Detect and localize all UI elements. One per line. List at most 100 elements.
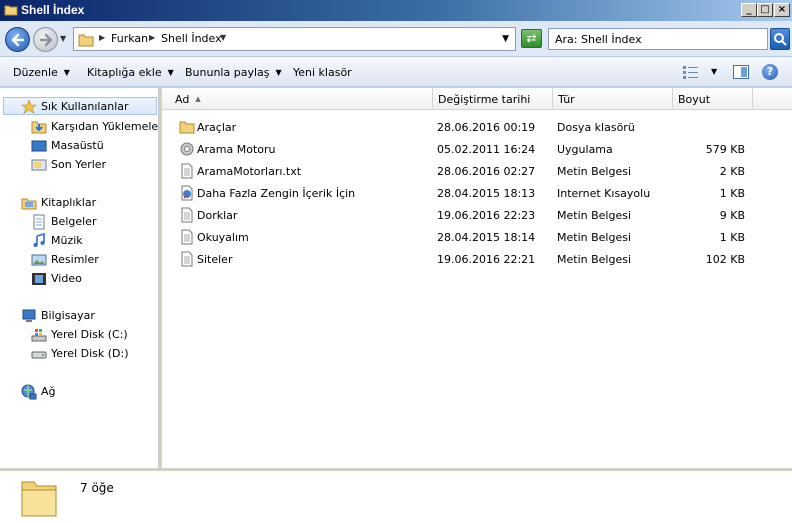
table-row[interactable]: Siteler 19.06.2016 22:21 Metin Belgesi 102 … (162, 249, 792, 271)
nav-item-documents[interactable]: Belgeler (31, 213, 157, 231)
folder-icon (21, 481, 57, 517)
file-type: Metin Belgesi (557, 209, 632, 222)
file-type: Internet Kısayolu (557, 187, 651, 200)
back-button[interactable] (5, 27, 30, 52)
maximize-button[interactable]: □ (757, 3, 773, 17)
file-name: AramaMotorları.txt (197, 165, 302, 178)
drive-icon (31, 351, 47, 359)
folder-icon (179, 121, 195, 134)
nav-label: Yerel Disk (D:) (51, 347, 129, 360)
views-icon[interactable] (682, 65, 700, 79)
share-with-label: Bununla paylaş (185, 66, 270, 79)
preview-pane-button[interactable] (733, 65, 749, 79)
nav-item-pictures[interactable]: Resimler (31, 251, 157, 269)
organize-button[interactable]: Düzenle ▼ (13, 66, 70, 79)
system-drive-icon (31, 329, 47, 342)
address-dropdown-icon[interactable]: ▼ (502, 34, 509, 44)
nav-item-drive-c[interactable]: Yerel Disk (C:) (31, 326, 157, 344)
nav-item-downloads[interactable]: Karşıdan Yüklemeler (31, 118, 163, 136)
file-date: 19.06.2016 22:23 (437, 209, 536, 222)
views-dropdown-icon[interactable]: ▼ (711, 67, 717, 76)
organize-label: Düzenle (13, 66, 58, 79)
folder-icon (4, 5, 18, 16)
arrow-right-icon (39, 33, 53, 47)
file-name: Araçlar (197, 121, 237, 134)
file-size: 1 KB (719, 187, 745, 200)
table-row[interactable]: Daha Fazla Zengin İçerik İçin 28.04.2015 … (162, 183, 792, 205)
file-date: 28.04.2015 18:13 (437, 187, 536, 200)
nav-label: Müzik (51, 234, 83, 247)
breadcrumb-arrow-icon[interactable]: ▼ (220, 33, 226, 42)
network-icon (21, 384, 37, 400)
column-header-name[interactable]: Ad ▲ (162, 88, 433, 110)
nav-label: Karşıdan Yüklemeler (51, 120, 163, 133)
add-to-library-label: Kitaplığa ekle (87, 66, 162, 79)
help-button[interactable]: ? (762, 64, 778, 80)
search-icon (774, 33, 787, 46)
share-with-button[interactable]: Bununla paylaş ▼ (185, 66, 282, 79)
column-header-date[interactable]: Değiştirme tarihi (433, 88, 553, 110)
text-file-icon (181, 207, 193, 223)
nav-item-music[interactable]: Müzik (31, 232, 157, 250)
nav-computer[interactable]: Bilgisayar (21, 307, 157, 325)
file-size: 1 KB (719, 231, 745, 244)
forward-button[interactable] (33, 27, 58, 52)
command-bar: Düzenle ▼ Kitaplığa ekle ▼ Bununla paylaş ▼… (0, 57, 792, 87)
column-header-row: Ad ▲ Değiştirme tarihi Tür Boyut (162, 88, 792, 110)
table-row[interactable]: Arama Motoru 05.02.2011 16:24 Uygulama 579 … (162, 139, 792, 161)
breadcrumb-item[interactable]: Shell İndex (161, 32, 222, 45)
nav-label: Kitaplıklar (41, 196, 97, 209)
text-file-icon (181, 229, 193, 245)
search-button[interactable] (770, 28, 790, 50)
history-dropdown-icon[interactable]: ▼ (60, 34, 66, 43)
file-type: Metin Belgesi (557, 253, 632, 266)
nav-item-recent-places[interactable]: Son Yerler (31, 156, 157, 174)
nav-libraries[interactable]: Kitaplıklar (21, 194, 157, 212)
table-row[interactable]: Araçlar 28.06.2016 00:19 Dosya klasörü (162, 117, 792, 139)
column-header-type[interactable]: Tür (553, 88, 673, 110)
file-date: 28.04.2015 18:14 (437, 231, 536, 244)
desktop-icon (31, 140, 47, 152)
file-type: Dosya klasörü (557, 121, 635, 134)
nav-favorites[interactable]: Sık Kullanılanlar (3, 97, 157, 115)
nav-item-desktop[interactable]: Masaüstü (31, 137, 157, 155)
refresh-icon: ⇄ (526, 31, 537, 45)
breadcrumb-item[interactable]: Furkan (111, 32, 148, 45)
table-row[interactable]: Okuyalım 28.04.2015 18:14 Metin Belgesi 1 K… (162, 227, 792, 249)
star-icon (21, 99, 37, 114)
nav-network[interactable]: Ağ (21, 383, 157, 401)
downloads-folder-icon (31, 121, 47, 134)
close-button[interactable]: × (774, 3, 790, 17)
add-to-library-button[interactable]: Kitaplığa ekle ▼ (87, 66, 174, 79)
table-row[interactable]: Dorklar 19.06.2016 22:23 Metin Belgesi 9 KB (162, 205, 792, 227)
refresh-button[interactable]: ⇄ (521, 29, 542, 48)
column-header-size[interactable]: Boyut (673, 88, 753, 110)
file-list: Ad ▲ Değiştirme tarihi Tür Boyut Araçlar 2… (162, 88, 792, 468)
file-type: Metin Belgesi (557, 165, 632, 178)
chevron-down-icon: ▼ (275, 68, 282, 77)
minimize-button[interactable]: _ (741, 3, 757, 17)
file-size: 9 KB (719, 209, 745, 222)
chevron-down-icon: ▼ (63, 68, 70, 77)
breadcrumb-arrow-icon[interactable]: ▶ (149, 33, 155, 42)
file-size: 2 KB (719, 165, 745, 178)
nav-item-video[interactable]: Video (31, 270, 157, 288)
documents-icon (33, 214, 45, 230)
nav-label: Masaüstü (51, 139, 104, 152)
table-row[interactable]: AramaMotorları.txt 28.06.2016 02:27 Metin … (162, 161, 792, 183)
file-date: 05.02.2011 16:24 (437, 143, 536, 156)
breadcrumb-arrow-icon[interactable]: ▶ (99, 33, 105, 42)
nav-item-drive-d[interactable]: Yerel Disk (D:) (31, 345, 157, 363)
file-date: 28.06.2016 02:27 (437, 165, 536, 178)
new-folder-button[interactable]: Yeni klasör (293, 66, 352, 79)
libraries-icon (21, 198, 37, 210)
column-label: Ad (175, 93, 190, 106)
nav-label: Video (51, 272, 82, 285)
file-name: Daha Fazla Zengin İçerik İçin (197, 187, 356, 200)
search-input[interactable]: Ara: Shell İndex (548, 28, 768, 50)
window-title: Shell İndex (21, 3, 85, 17)
details-pane: 7 öğe (0, 468, 792, 523)
nav-label: Yerel Disk (C:) (51, 328, 128, 341)
title-bar: Shell İndex _ □ × (0, 0, 792, 21)
address-bar[interactable]: ▶ Furkan ▶ Shell İndex ▼ ▼ (73, 27, 516, 51)
